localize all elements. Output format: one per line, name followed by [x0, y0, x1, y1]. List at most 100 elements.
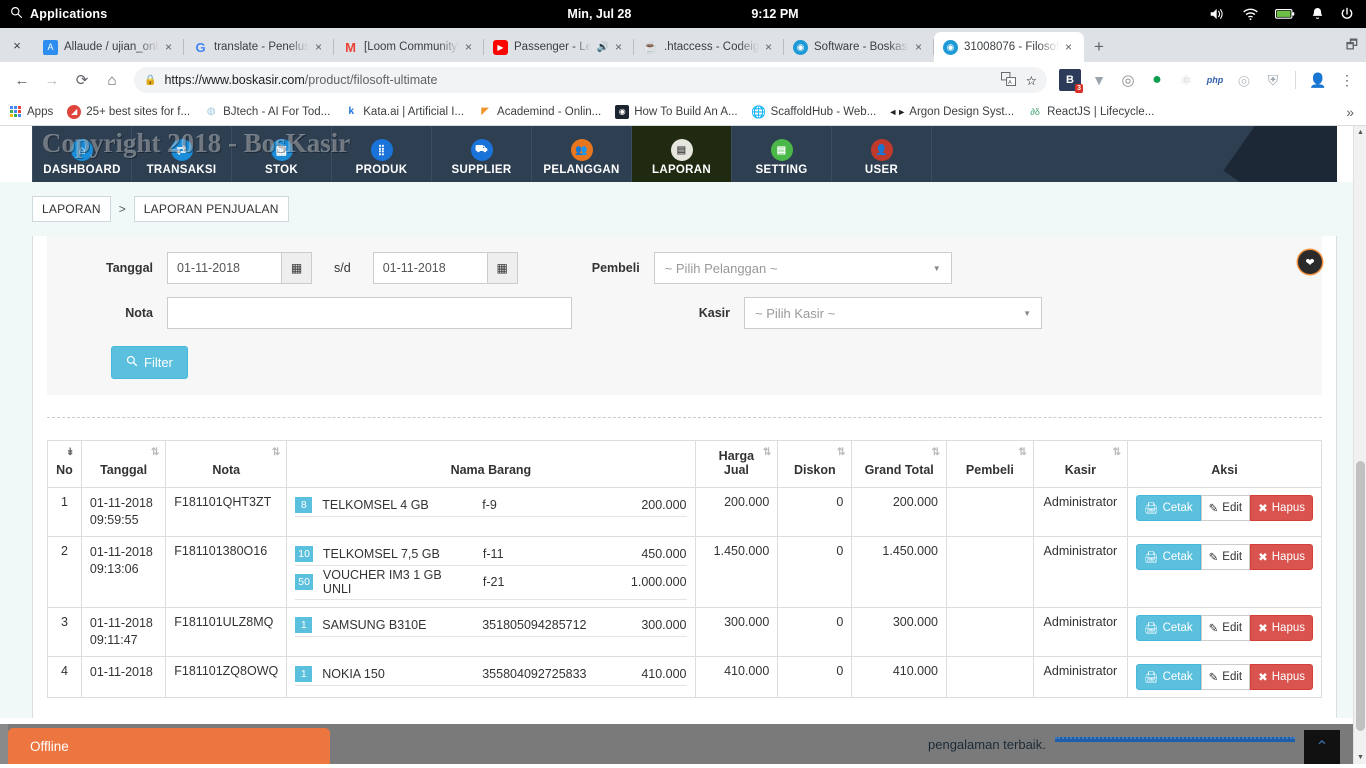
edit-button[interactable]: ✎ Edit: [1200, 614, 1251, 641]
home-button[interactable]: ⌂: [98, 66, 126, 94]
nav-item-stok[interactable]: ▦ STOK: [232, 126, 332, 182]
scroll-up-arrow[interactable]: ▲: [1354, 126, 1366, 139]
cetak-button[interactable]: 🖨 Cetak: [1135, 614, 1201, 641]
breadcrumb-root[interactable]: LAPORAN: [32, 196, 111, 222]
reload-button[interactable]: ⟳: [68, 66, 96, 94]
nav-item-produk[interactable]: ⣿ PRODUK: [332, 126, 432, 182]
php-extension-icon[interactable]: php: [1204, 69, 1226, 91]
th-harga-jual[interactable]: ⇅ Harga Jual: [694, 440, 779, 488]
nav-item-transaksi[interactable]: ⇄ TRANSAKSI: [132, 126, 232, 182]
calendar-icon[interactable]: ▦: [282, 252, 312, 284]
back-button[interactable]: ←: [8, 66, 36, 94]
tab-close-icon[interactable]: ×: [165, 40, 177, 54]
os-date[interactable]: Min, Jul 28: [567, 7, 631, 21]
pembeli-select[interactable]: ~ Pilih Pelanggan ~ ▼: [653, 252, 952, 284]
nav-item-pelanggan[interactable]: 👥 PELANGGAN: [532, 126, 632, 182]
cetak-button[interactable]: 🖨 Cetak: [1135, 495, 1201, 521]
browser-tab-0[interactable]: A Allaude / ujian_online ×: [34, 32, 184, 62]
power-icon[interactable]: [1340, 7, 1354, 21]
scroll-down-arrow[interactable]: ▼: [1354, 751, 1366, 764]
th-tanggal[interactable]: ⇅ Tanggal: [80, 440, 167, 488]
address-bar[interactable]: 🔒 https://www.boskasir.com/product/filos…: [134, 67, 1047, 93]
cetak-button[interactable]: 🖨 Cetak: [1135, 663, 1201, 690]
os-applications-menu[interactable]: Applications: [0, 6, 107, 22]
wifi-icon[interactable]: [1242, 8, 1259, 21]
hapus-button[interactable]: ✖ Hapus: [1250, 614, 1313, 641]
bookmark-4[interactable]: ◤ Academind - Onlin...: [478, 105, 601, 119]
hapus-button[interactable]: ✖ Hapus: [1250, 495, 1313, 521]
shield-extension-icon[interactable]: ⛨: [1262, 69, 1284, 91]
browser-tab-3[interactable]: ▶ Passenger - Let 🔊 ×: [484, 32, 634, 62]
translate-icon[interactable]: A: [1000, 71, 1016, 89]
chevron-down-icon[interactable]: ❤: [1298, 250, 1322, 274]
bell-icon[interactable]: [1311, 7, 1324, 21]
nota-input[interactable]: [167, 297, 572, 329]
tanggal-from-input[interactable]: 01-11-2018: [167, 252, 282, 284]
nav-item-dashboard[interactable]: ⌂ DASHBOARD: [32, 126, 132, 182]
browser-tab-5[interactable]: ◉ Software - Boskasir ×: [784, 32, 934, 62]
profile-avatar[interactable]: 👤: [1307, 69, 1329, 91]
bookmark-2[interactable]: ◍ BJtech - AI For Tod...: [204, 105, 331, 119]
tab-close-icon[interactable]: ×: [465, 40, 477, 54]
th-grand-total[interactable]: ⇅ Grand Total: [851, 440, 947, 488]
table-row[interactable]: 3 01-11-2018 09:11:47 F181101ULZ8MQ 1 SA…: [47, 606, 1323, 657]
volume-icon[interactable]: [1209, 7, 1226, 21]
new-tab-button[interactable]: +: [1084, 32, 1114, 62]
bookmark-8[interactable]: ∂δ ReactJS | Lifecycle...: [1028, 105, 1154, 119]
nav-item-laporan[interactable]: ▤ LAPORAN: [632, 126, 732, 182]
hapus-button[interactable]: ✖ Hapus: [1250, 543, 1313, 570]
vimium-extension-icon[interactable]: ▼: [1088, 69, 1110, 91]
tracker-extension-icon[interactable]: ◎: [1233, 69, 1255, 91]
restore-window-icon[interactable]: 🗗: [1346, 36, 1366, 62]
os-time[interactable]: 9:12 PM: [751, 7, 798, 21]
chrome-menu-icon[interactable]: ⋮: [1336, 69, 1358, 91]
filter-button[interactable]: Filter: [111, 346, 188, 379]
cetak-button[interactable]: 🖨 Cetak: [1135, 543, 1201, 570]
bookmark-7[interactable]: ◄► Argon Design Syst...: [888, 105, 1014, 119]
grammarly-extension-icon[interactable]: ◎: [1117, 69, 1139, 91]
edit-button[interactable]: ✎ Edit: [1200, 495, 1251, 521]
forward-button[interactable]: →: [38, 66, 66, 94]
react-devtools-extension-icon[interactable]: ⚛: [1175, 69, 1197, 91]
th-diskon[interactable]: ⇅ Diskon: [777, 440, 853, 488]
tab-close-icon[interactable]: ×: [615, 40, 627, 54]
bitwarden-extension-icon[interactable]: B3: [1059, 69, 1083, 93]
battery-icon[interactable]: [1275, 8, 1295, 20]
th-kasir[interactable]: ⇅ Kasir: [1032, 440, 1128, 488]
back-to-top-button[interactable]: ⌃: [1304, 730, 1340, 764]
table-row[interactable]: 4 01-11-2018 F181101ZQ8OWQ 1 NOKIA 150 3…: [47, 655, 1323, 698]
bookmark-3[interactable]: k Kata.ai | Artificial I...: [344, 105, 464, 119]
bookmark-5[interactable]: ◉ How To Build An A...: [615, 104, 738, 119]
hapus-button[interactable]: ✖ Hapus: [1250, 663, 1313, 690]
page-scrollbar[interactable]: ▲ ▼: [1353, 126, 1366, 764]
bookmark-apps[interactable]: Apps: [8, 105, 53, 119]
tab-close-leading[interactable]: ×: [0, 28, 34, 62]
th-nota[interactable]: ⇅ Nota: [165, 440, 288, 488]
table-row[interactable]: 2 01-11-2018 09:13:06 F181101380O16 10 T…: [47, 535, 1323, 608]
browser-tab-2[interactable]: M [Loom Community] ×: [334, 32, 484, 62]
tab-close-icon[interactable]: ×: [915, 40, 927, 54]
breadcrumb-current[interactable]: LAPORAN PENJUALAN: [133, 196, 289, 222]
scrollbar-thumb[interactable]: [1356, 461, 1365, 731]
star-icon[interactable]: ☆: [1026, 73, 1037, 88]
browser-tab-4[interactable]: ☕ .htaccess - Codeigniter ×: [634, 32, 784, 62]
tab-close-icon[interactable]: ×: [1065, 40, 1077, 54]
table-row[interactable]: 1 01-11-2018 09:59:55 F181101QHT3ZT 8 TE…: [47, 487, 1323, 537]
browser-tab-1[interactable]: G translate - Penelusuran ×: [184, 32, 334, 62]
bookmark-6[interactable]: 🌐 ScaffoldHub - Web...: [751, 105, 876, 119]
tab-audio-icon[interactable]: 🔊: [597, 42, 609, 53]
calendar-icon[interactable]: ▦: [487, 252, 518, 284]
tab-close-icon[interactable]: ×: [315, 40, 327, 54]
nav-item-supplier[interactable]: ⛟ SUPPLIER: [432, 126, 532, 182]
browser-tab-6-active[interactable]: ◉ 31008076 - Filosoft ×: [934, 32, 1084, 62]
edit-button[interactable]: ✎ Edit: [1200, 663, 1251, 690]
tanggal-to-input[interactable]: 01-11-2018: [372, 252, 488, 284]
edit-button[interactable]: ✎ Edit: [1200, 543, 1251, 570]
th-no[interactable]: ↡ No: [47, 440, 82, 488]
kasir-select[interactable]: ~ Pilih Kasir ~ ▼: [744, 297, 1042, 329]
bookmarks-overflow-button[interactable]: »: [1346, 104, 1358, 120]
tab-close-icon[interactable]: ×: [765, 40, 777, 54]
cookie-accept-button[interactable]: [1055, 737, 1295, 742]
green-dot-extension-icon[interactable]: ●: [1146, 69, 1168, 91]
nav-item-setting[interactable]: ▤ SETTING: [732, 126, 832, 182]
